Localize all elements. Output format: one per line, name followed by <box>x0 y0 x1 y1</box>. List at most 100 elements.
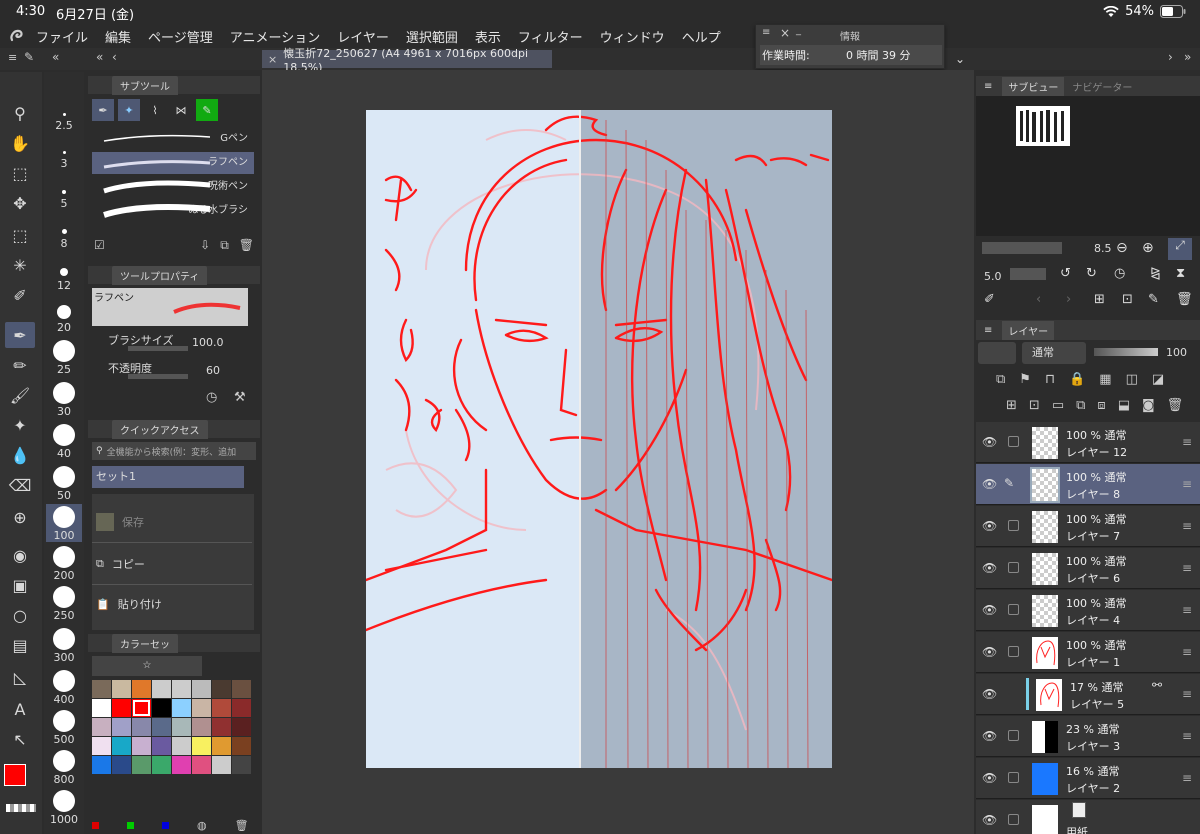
blue-channel-icon[interactable] <box>162 821 169 829</box>
ruler-tool-icon[interactable]: ◺ <box>5 664 35 690</box>
import-image-icon[interactable]: ⊡ <box>1122 292 1133 307</box>
fit-view-icon[interactable]: ⤢ <box>1168 238 1192 260</box>
figure-tool-icon[interactable]: ○ <box>5 602 35 628</box>
layer-row[interactable]: 👁 100 % 通常 レイヤー 1 ≡ <box>976 632 1200 673</box>
new-folder-icon[interactable]: ▭ <box>1052 398 1064 416</box>
layer-menu-icon[interactable]: ≡ <box>1182 519 1192 533</box>
app-logo-icon[interactable] <box>0 24 36 48</box>
color-swatch[interactable] <box>212 699 231 717</box>
brush-item[interactable]: ぬる水ブラシ <box>92 200 254 222</box>
property-detail-icon[interactable]: ◷ <box>206 390 217 405</box>
sub-view-area[interactable] <box>976 96 1200 236</box>
flip-vertical-icon[interactable]: ⧗ <box>1176 266 1185 281</box>
text-tool-icon[interactable]: A <box>5 696 35 722</box>
visibility-eye-icon[interactable]: 👁 <box>982 813 997 827</box>
color-swatch[interactable] <box>232 737 251 755</box>
color-swatch[interactable] <box>212 756 231 774</box>
layer-row[interactable]: 👁 100 % 通常 レイヤー 12 ≡ <box>976 422 1200 463</box>
layer-checkbox[interactable] <box>1008 436 1019 447</box>
layer-checkbox[interactable] <box>1008 562 1019 573</box>
color-swatch[interactable] <box>172 680 191 698</box>
menu-animation[interactable]: アニメーション <box>230 27 320 46</box>
layer-menu-icon[interactable]: ≡ <box>1182 603 1192 617</box>
layer-menu-icon[interactable]: ≡ <box>1182 729 1192 743</box>
grip-icon[interactable]: ≡ <box>984 325 992 336</box>
color-swatch[interactable] <box>132 718 151 736</box>
brush-size-item[interactable]: 12 <box>46 254 82 292</box>
layer-checkbox[interactable] <box>1008 604 1019 615</box>
gradient-tool-icon[interactable]: ▣ <box>5 572 35 598</box>
blend-tool-icon[interactable]: 💧 <box>5 442 35 468</box>
menu-filter[interactable]: フィルター <box>518 27 583 46</box>
visibility-eye-icon[interactable]: 👁 <box>982 477 997 491</box>
brush-size-item[interactable]: 1000 <box>46 788 82 826</box>
drawing-canvas[interactable] <box>366 110 832 768</box>
fill-tool-icon[interactable]: ◉ <box>5 542 35 568</box>
quick-access-title[interactable]: クイックアクセス <box>112 419 208 439</box>
prev-image-icon[interactable]: ‹ <box>1036 292 1041 307</box>
pencil-tool-icon[interactable]: ✏ <box>5 352 35 378</box>
brush-size-item[interactable]: 20 <box>46 296 82 334</box>
color-swatch[interactable] <box>112 756 131 774</box>
grid-tool-icon[interactable]: ⊕ <box>5 504 35 530</box>
brush-size-item[interactable]: 200 <box>46 544 82 582</box>
brush-size-item[interactable]: 25 <box>46 338 82 376</box>
brush-size-item[interactable]: 8 <box>46 212 82 250</box>
layer-menu-icon[interactable]: ≡ <box>1182 435 1192 449</box>
brush-item[interactable]: 呪術ペン <box>92 176 254 198</box>
menu-view[interactable]: 表示 <box>475 27 501 46</box>
color-swatch[interactable] <box>152 718 171 736</box>
new-vector-layer-icon[interactable]: ⊡ <box>1029 398 1040 416</box>
add-mask-icon[interactable]: ◙ <box>1142 398 1155 416</box>
sparkle-group-icon[interactable]: ✦ <box>118 99 140 121</box>
layer-row[interactable]: 👁 100 % 通常 レイヤー 4 ≡ <box>976 590 1200 631</box>
color-swatch[interactable] <box>112 718 131 736</box>
rotation-slider[interactable] <box>1010 268 1046 280</box>
visibility-eye-icon[interactable]: 👁 <box>982 645 997 659</box>
layer-menu-icon[interactable]: ≡ <box>1182 477 1192 491</box>
trash-icon[interactable]: 🗑 <box>235 819 249 832</box>
layer-opacity-slider[interactable] <box>1094 348 1158 356</box>
selection-tool-icon[interactable]: ⬚ <box>5 222 35 248</box>
brush-size-item[interactable]: 400 <box>46 668 82 706</box>
edit-image-icon[interactable]: ✎ <box>1148 292 1159 307</box>
subtool-settings-icon[interactable]: ☑ <box>94 238 105 254</box>
lock-alpha-icon[interactable]: ▦ <box>1099 372 1111 390</box>
rotate-left-icon[interactable]: ↺ <box>1060 266 1071 281</box>
color-swatch[interactable] <box>232 756 251 774</box>
color-swatch[interactable] <box>172 699 191 717</box>
new-raster-layer-icon[interactable]: ⊞ <box>1006 398 1017 416</box>
layer-menu-icon[interactable]: ≡ <box>1182 687 1192 701</box>
clip-layer-icon[interactable]: ⊓ <box>1045 372 1055 390</box>
next-image-icon[interactable]: › <box>1066 292 1071 307</box>
color-swatch[interactable] <box>112 699 131 717</box>
color-swatch[interactable] <box>92 737 111 755</box>
wrench-icon[interactable]: ⚒ <box>234 390 246 405</box>
color-swatch[interactable] <box>152 737 171 755</box>
visibility-eye-icon[interactable]: 👁 <box>982 687 997 701</box>
green-channel-icon[interactable] <box>127 821 134 829</box>
layer-menu-icon[interactable]: ≡ <box>1182 645 1192 659</box>
tab-navigator[interactable]: ナビゲーター <box>1072 79 1132 94</box>
layer-checkbox[interactable] <box>1008 772 1019 783</box>
layer-menu-icon[interactable]: ≡ <box>1182 771 1192 785</box>
layer-checkbox[interactable] <box>1008 520 1019 531</box>
panel-grip-icon[interactable]: ≡ <box>8 51 17 64</box>
draft-layer-icon[interactable]: ⚑ <box>1019 372 1031 390</box>
quick-save-item[interactable]: 保存 <box>96 510 254 534</box>
quick-paste-item[interactable]: 📋 貼り付け <box>96 592 254 616</box>
color-swatch[interactable] <box>172 718 191 736</box>
pen-small-icon[interactable]: ✎ <box>24 50 34 64</box>
pen-tool-icon[interactable]: ✒ <box>5 322 35 348</box>
layer-checkbox[interactable] <box>1008 730 1019 741</box>
quick-access-set[interactable]: セット1 <box>92 466 244 488</box>
mask-icon[interactable]: ◫ <box>1126 372 1138 390</box>
brush-size-item[interactable]: 2.5 <box>46 94 82 132</box>
brush-size-item[interactable]: 50 <box>46 464 82 502</box>
delete-image-icon[interactable]: 🗑 <box>1176 292 1193 307</box>
color-swatch[interactable] <box>212 718 231 736</box>
ribbon-group-icon[interactable]: ⋈ <box>170 99 192 121</box>
chevron-right-icon[interactable]: › <box>1168 50 1173 64</box>
operation-tool-icon[interactable]: ↖ <box>5 726 35 752</box>
grip-icon[interactable]: ≡ <box>984 81 992 92</box>
